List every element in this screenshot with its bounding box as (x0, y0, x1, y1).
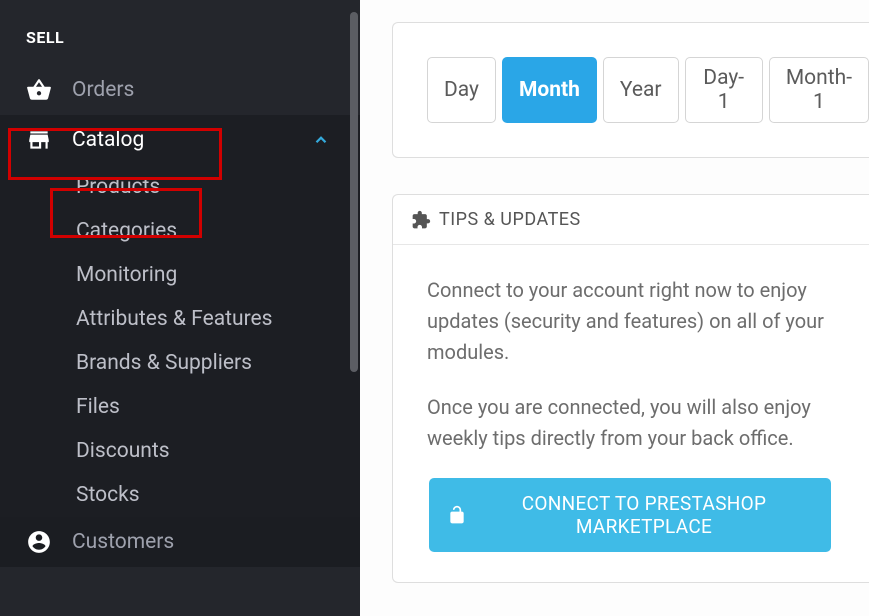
submenu-item-attributes-features[interactable]: Attributes & Features (0, 297, 360, 341)
range-btn-month-1[interactable]: Month-1 (769, 57, 869, 123)
sidebar-item-label: Orders (72, 78, 134, 102)
connect-marketplace-button[interactable]: CONNECT TO PRESTASHOP MARKETPLACE (429, 478, 831, 552)
sidebar-item-label: Catalog (72, 128, 144, 152)
unlock-icon (447, 505, 467, 525)
main-content: Day Month Year Day-1 Month-1 TIPS & UPDA… (360, 0, 869, 616)
date-range-card: Day Month Year Day-1 Month-1 (392, 22, 869, 158)
range-btn-day-1[interactable]: Day-1 (685, 57, 763, 123)
tips-paragraph-2: Once you are connected, you will also en… (427, 392, 839, 454)
tips-header: TIPS & UPDATES (393, 195, 869, 245)
sidebar-section-title: SELL (0, 0, 360, 65)
submenu-item-discounts[interactable]: Discounts (0, 429, 360, 473)
puzzle-icon (411, 210, 431, 230)
connect-button-label: CONNECT TO PRESTASHOP MARKETPLACE (475, 492, 813, 538)
date-range-group: Day Month Year Day-1 Month-1 (427, 57, 869, 123)
range-btn-month[interactable]: Month (502, 57, 597, 123)
sidebar-item-label: Customers (72, 530, 174, 554)
range-btn-day[interactable]: Day (427, 57, 496, 123)
range-btn-year[interactable]: Year (603, 57, 679, 123)
submenu-item-files[interactable]: Files (0, 385, 360, 429)
submenu-item-products[interactable]: Products (0, 165, 360, 209)
sidebar-item-catalog[interactable]: Catalog (0, 115, 360, 165)
tips-paragraph-1: Connect to your account right now to enj… (427, 275, 839, 368)
chevron-up-icon (312, 131, 330, 149)
tips-card: TIPS & UPDATES Connect to your account r… (392, 194, 869, 583)
user-circle-icon (26, 529, 52, 555)
tips-title: TIPS & UPDATES (439, 209, 581, 230)
submenu-item-categories[interactable]: Categories (0, 209, 360, 253)
tips-body: Connect to your account right now to enj… (393, 245, 869, 582)
submenu-item-brands-suppliers[interactable]: Brands & Suppliers (0, 341, 360, 385)
scrollbar-thumb[interactable] (350, 12, 358, 372)
submenu-item-monitoring[interactable]: Monitoring (0, 253, 360, 297)
catalog-submenu: Products Categories Monitoring Attribute… (0, 165, 360, 517)
store-icon (26, 127, 52, 153)
sidebar: SELL Orders Catalog Products Categories … (0, 0, 360, 616)
sidebar-item-customers[interactable]: Customers (0, 517, 360, 567)
basket-icon (26, 77, 52, 103)
sidebar-item-orders[interactable]: Orders (0, 65, 360, 115)
submenu-item-stocks[interactable]: Stocks (0, 473, 360, 517)
